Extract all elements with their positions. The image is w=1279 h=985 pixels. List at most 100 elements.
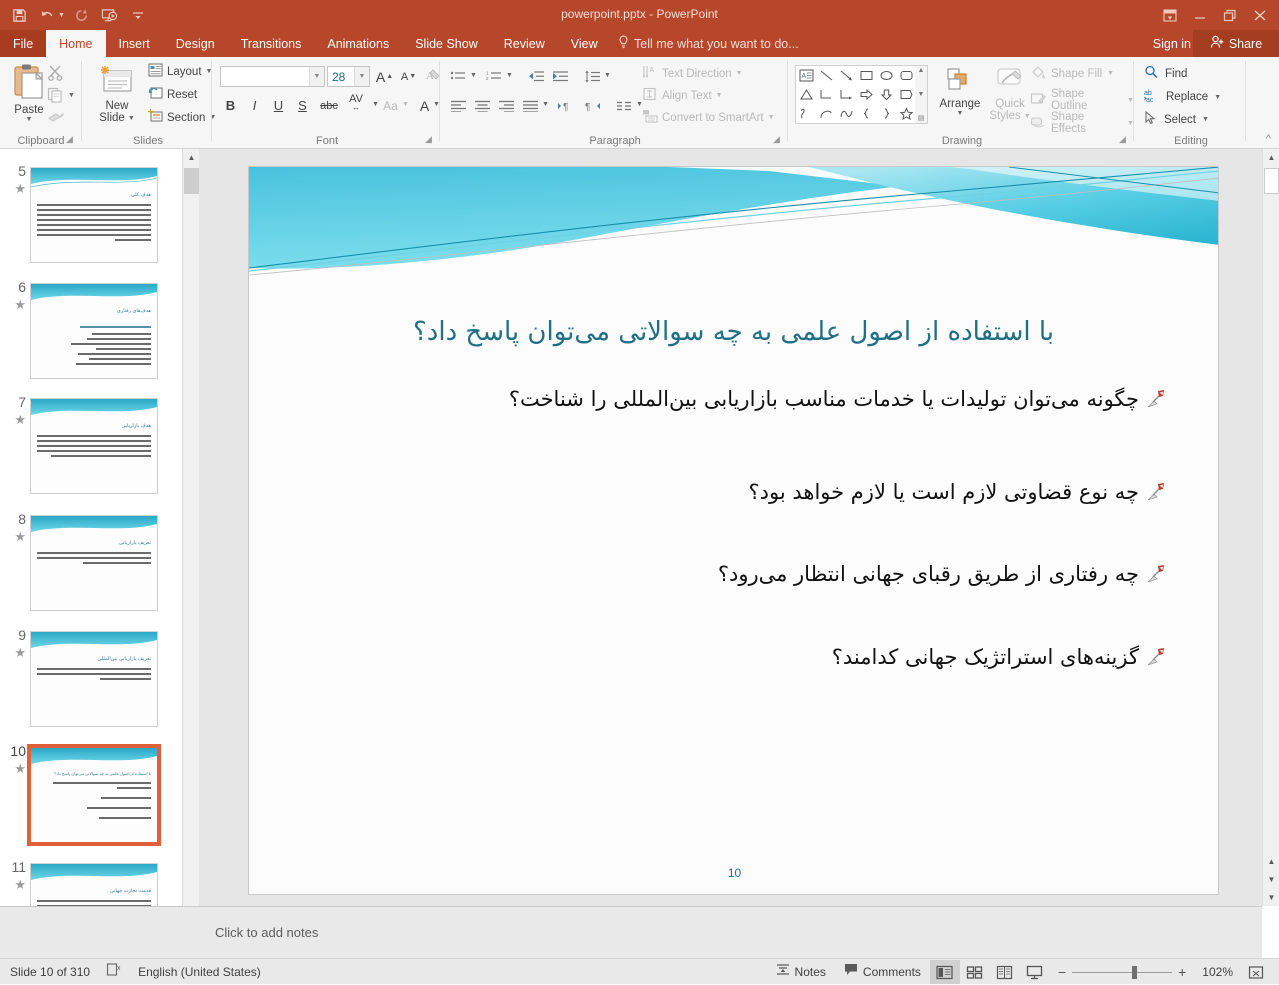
normal-view-icon[interactable] (929, 960, 960, 984)
copy-button[interactable] (47, 87, 64, 106)
shape-down-arrow-icon[interactable] (876, 85, 896, 104)
gallery-expand-icon[interactable]: ▤ (918, 114, 925, 122)
shape-elbow-arrow-icon[interactable] (836, 85, 856, 104)
increase-font-size-button[interactable]: A ▲ (374, 66, 395, 87)
animation-star-icon[interactable]: ★ (4, 877, 26, 893)
shapes-gallery-scroll[interactable]: ▲ ▼ ▤ (915, 65, 928, 124)
sign-in-button[interactable]: Sign in (1153, 30, 1191, 57)
next-slide-icon[interactable]: ▼ (1263, 871, 1279, 888)
italic-button[interactable]: I (244, 95, 265, 116)
columns-dropdown-caret-icon[interactable]: ▼ (542, 101, 549, 108)
columns-button[interactable] (614, 95, 635, 116)
share-button[interactable]: Share (1193, 30, 1279, 57)
thumbnail-image-selected[interactable]: با استفاده از اصول علمی به چه سوالاتی می… (27, 744, 161, 846)
change-case-button[interactable]: Aa (380, 95, 401, 116)
language-indicator[interactable]: English (United States) (138, 965, 261, 979)
shape-left-brace-icon[interactable] (856, 104, 876, 123)
notes-pane[interactable]: Click to add notes (182, 906, 1262, 958)
select-dropdown-caret-icon[interactable]: ▼ (1202, 116, 1209, 123)
slide-area-scrollbar[interactable]: ▲ ▲ ▼ ▼ (1262, 149, 1279, 906)
shape-oval-icon[interactable] (876, 66, 896, 85)
text-direction-button[interactable]: A Text Direction ▼ (642, 65, 743, 82)
notes-toggle-button[interactable]: Notes (767, 959, 835, 985)
character-spacing-button[interactable]: AV ↔ (342, 91, 370, 112)
font-name-combobox[interactable]: ▼ (220, 66, 325, 87)
smartart-dropdown-caret-icon[interactable]: ▼ (768, 114, 775, 121)
notes-placeholder[interactable]: Click to add notes (215, 925, 318, 940)
animation-star-icon[interactable]: ★ (4, 412, 26, 428)
minimize-icon[interactable] (1185, 2, 1215, 28)
shape-fill-dropdown-caret-icon[interactable]: ▼ (1107, 70, 1114, 77)
tab-insert[interactable]: Insert (106, 30, 163, 57)
spellcheck-icon[interactable]: x (106, 962, 122, 982)
tab-animations[interactable]: Animations (314, 30, 402, 57)
slide-body-placeholder[interactable]: چگونه می‌توان تولیدات یا خدمات مناسب باز… (289, 382, 1173, 705)
shape-effects-button[interactable]: Shape Effects ▼ (1030, 111, 1134, 135)
gallery-scroll-down-icon[interactable]: ▼ (918, 91, 925, 98)
shape-arrow-icon[interactable] (836, 66, 856, 85)
bullet-item[interactable]: گزینه‌های استراتژیک جهانی کدامند؟ (289, 640, 1173, 675)
tab-view[interactable]: View (558, 30, 611, 57)
line-spacing-dropdown-caret-icon[interactable]: ▼ (604, 72, 611, 79)
align-text-button[interactable]: Align Text ▼ (642, 87, 723, 104)
numbering-button[interactable]: 12 (484, 66, 505, 87)
font-size-combobox[interactable]: 28 ▼ (327, 66, 370, 87)
quick-styles-button[interactable]: Quick Styles ▼ (986, 67, 1034, 122)
find-button[interactable]: Find (1144, 65, 1187, 82)
shape-textbox-icon[interactable]: A (796, 66, 816, 85)
new-slide-button[interactable]: New Slide ▼ (90, 65, 144, 124)
thumbnail-slide-9[interactable]: 9 ★ تعریف بازاریابی بین‌المللی (14, 627, 165, 727)
ltr-direction-button[interactable]: ¶ (556, 95, 577, 116)
shape-right-arrow-icon[interactable] (856, 85, 876, 104)
zoom-in-button[interactable]: + (1178, 964, 1186, 980)
tab-review[interactable]: Review (491, 30, 558, 57)
thumbnail-slide-5[interactable]: 5 ★ هدف کلی (14, 163, 165, 263)
scroll-up-icon[interactable]: ▲ (1263, 149, 1279, 166)
fit-to-window-icon[interactable] (1241, 960, 1271, 984)
tab-design[interactable]: Design (163, 30, 228, 57)
tab-file[interactable]: File (0, 30, 47, 57)
paragraph-dialog-launcher[interactable]: ◢ (773, 134, 785, 146)
font-size-dropdown-caret-icon[interactable]: ▼ (354, 67, 369, 86)
font-dialog-launcher[interactable]: ◢ (425, 134, 437, 146)
close-icon[interactable] (1245, 2, 1275, 28)
strikethrough-button[interactable]: abc (316, 95, 342, 116)
shape-outline-button[interactable]: Shape Outline ▼ (1030, 88, 1134, 112)
convert-to-smartart-button[interactable]: Convert to SmartArt ▼ (642, 109, 775, 126)
tab-home[interactable]: Home (46, 30, 106, 57)
thumbnail-image[interactable]: هدف‌های رفتاری (30, 283, 158, 379)
section-button[interactable]: Section ▼ (148, 109, 216, 126)
align-text-dropdown-caret-icon[interactable]: ▼ (716, 92, 723, 99)
font-name-dropdown-caret-icon[interactable]: ▼ (309, 67, 324, 86)
numbering-dropdown-caret-icon[interactable]: ▼ (506, 72, 513, 79)
bullets-dropdown-caret-icon[interactable]: ▼ (470, 72, 477, 79)
slide-thumbnail-pane[interactable]: 5 ★ هدف کلی 6 ★ هدف‌های رفتاری (0, 149, 182, 957)
font-color-button[interactable]: A (414, 95, 435, 116)
new-slide-dropdown-caret-icon[interactable]: ▼ (128, 115, 135, 122)
align-right-button[interactable] (496, 95, 517, 116)
thumbnail-slide-7[interactable]: 7 ★ هدف بازاریابی (14, 394, 165, 494)
shape-curve-icon[interactable] (816, 104, 836, 123)
text-shadow-button[interactable]: S (292, 95, 313, 116)
scroll-up-icon[interactable]: ▲ (183, 149, 200, 166)
bullets-button[interactable] (448, 66, 469, 87)
shape-fill-button[interactable]: Shape Fill ▼ (1030, 65, 1114, 82)
thumbnail-image[interactable]: تعریف بازاریابی بین‌المللی (30, 631, 158, 727)
scrollbar-thumb[interactable] (184, 168, 199, 194)
animation-star-icon[interactable]: ★ (4, 181, 26, 197)
zoom-level[interactable]: 102% (1194, 965, 1241, 979)
decrease-indent-button[interactable] (526, 66, 547, 87)
char-spacing-dropdown-caret-icon[interactable]: ▼ (372, 101, 379, 108)
reset-button[interactable]: Reset (148, 86, 197, 103)
bullet-item[interactable]: چه رفتاری از طریق رقبای جهانی انتظار می‌… (289, 557, 1173, 592)
text-direction-dropdown-caret-icon[interactable]: ▼ (736, 70, 743, 77)
replace-button[interactable]: ab ac Replace ▼ (1144, 88, 1221, 106)
zoom-track[interactable] (1072, 965, 1173, 979)
select-button[interactable]: Select ▼ (1144, 110, 1209, 128)
tell-me-box[interactable]: Tell me what you want to do... (618, 30, 799, 57)
animation-star-icon[interactable]: ★ (4, 761, 26, 777)
tab-transitions[interactable]: Transitions (228, 30, 315, 57)
thumbnail-image[interactable]: تعریف بازاریابی (30, 515, 158, 611)
animation-star-icon[interactable]: ★ (4, 529, 26, 545)
layout-button[interactable]: Layout ▼ (148, 63, 212, 80)
